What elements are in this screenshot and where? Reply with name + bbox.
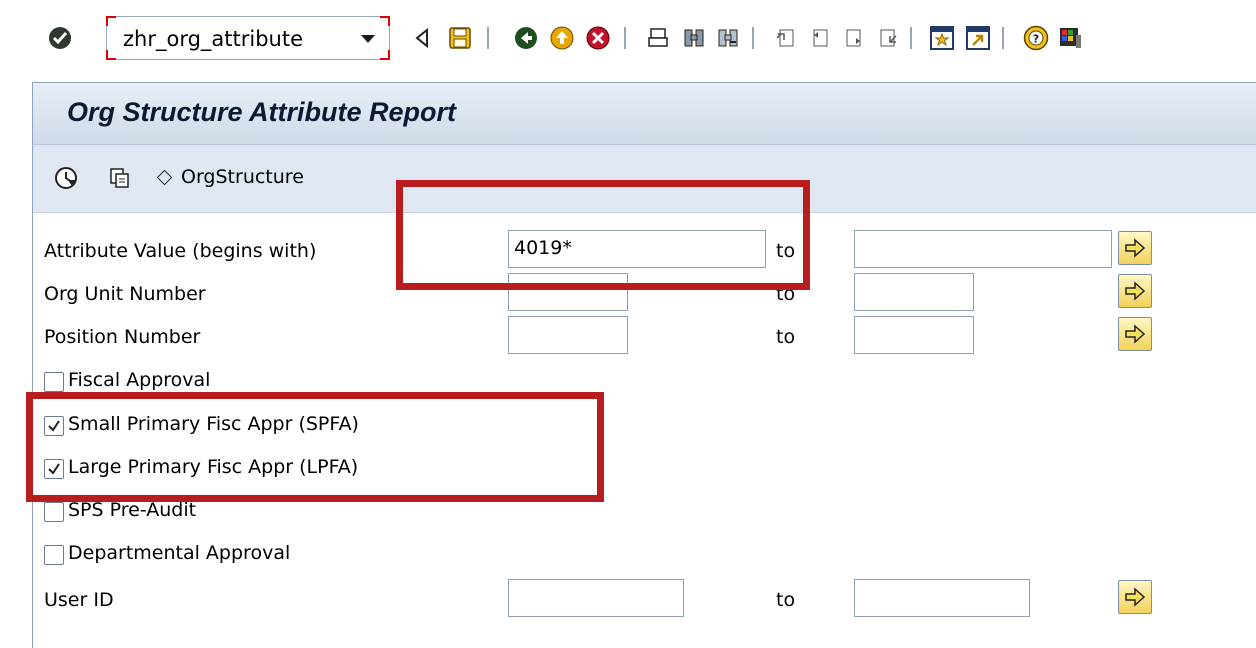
arrow-right-icon (1125, 324, 1146, 344)
position-to-input[interactable] (854, 316, 974, 354)
shortcut-icon[interactable] (964, 24, 992, 52)
exit-icon[interactable] (548, 24, 576, 52)
sps-pre-audit-checkbox[interactable] (44, 502, 64, 522)
corner-mark (380, 16, 390, 26)
next-page-icon[interactable] (840, 24, 868, 52)
corner-mark (380, 50, 390, 60)
print-icon[interactable] (644, 24, 672, 52)
chevron-down-icon[interactable] (361, 35, 375, 43)
previous-page-icon[interactable] (806, 24, 834, 52)
corner-mark (106, 50, 116, 60)
attribute-value-label: Attribute Value (begins with) (44, 240, 317, 262)
command-field[interactable]: zhr_org_attribute (106, 16, 390, 60)
toolbar-separator (624, 27, 626, 49)
user-id-to-input[interactable] (854, 579, 1030, 617)
toolbar-separator (752, 27, 754, 49)
multiple-selection-button[interactable] (1118, 580, 1152, 614)
annotation-highlight-box (26, 392, 604, 502)
arrow-right-icon (1125, 281, 1146, 301)
cancel-icon[interactable] (584, 24, 612, 52)
diamond-icon[interactable] (156, 169, 173, 186)
departmental-approval-label: Departmental Approval (68, 542, 291, 564)
toolbar-separator (1002, 27, 1004, 49)
org-unit-label: Org Unit Number (44, 283, 206, 305)
org-unit-to-input[interactable] (854, 273, 974, 311)
page-title: Org Structure Attribute Report (67, 97, 457, 127)
back-triangle-icon[interactable] (408, 24, 436, 52)
position-to-label: to (776, 326, 796, 348)
orgstructure-button[interactable]: OrgStructure (181, 166, 304, 188)
execute-icon[interactable] (53, 165, 79, 191)
arrow-right-icon (1125, 238, 1146, 258)
departmental-approval-checkbox[interactable] (44, 545, 64, 565)
multiple-selection-button[interactable] (1118, 317, 1152, 351)
fiscal-approval-checkbox[interactable] (44, 372, 64, 392)
save-icon[interactable] (446, 24, 474, 52)
user-id-label: User ID (44, 589, 114, 611)
find-icon[interactable] (680, 24, 708, 52)
toolbar-separator (910, 27, 912, 49)
title-bar: Org Structure Attribute Report (33, 83, 1256, 145)
back-icon[interactable] (512, 24, 540, 52)
fiscal-approval-label: Fiscal Approval (68, 369, 211, 391)
get-variant-icon[interactable] (107, 165, 133, 191)
find-next-icon[interactable] (714, 24, 742, 52)
position-label: Position Number (44, 326, 201, 348)
multiple-selection-button[interactable] (1118, 274, 1152, 308)
user-id-from-input[interactable] (508, 579, 684, 617)
customize-layout-icon[interactable] (1056, 24, 1084, 52)
last-page-icon[interactable] (874, 24, 902, 52)
multiple-selection-button[interactable] (1118, 231, 1152, 265)
attribute-value-to-input[interactable] (854, 230, 1112, 268)
enter-icon[interactable] (46, 24, 74, 52)
system-toolbar: zhr_org_attribute ? (0, 0, 1256, 78)
user-id-to-label: to (776, 589, 796, 611)
command-field-value[interactable]: zhr_org_attribute (123, 27, 303, 51)
help-icon[interactable]: ? (1022, 24, 1050, 52)
corner-mark (106, 16, 116, 26)
create-session-icon[interactable] (928, 24, 956, 52)
sps-pre-audit-label: SPS Pre-Audit (68, 499, 197, 521)
position-from-input[interactable] (508, 316, 628, 354)
svg-text:?: ? (1033, 33, 1039, 46)
arrow-right-icon (1125, 587, 1146, 607)
annotation-highlight-box (396, 180, 810, 290)
first-page-icon[interactable] (772, 24, 800, 52)
toolbar-separator (487, 27, 489, 49)
